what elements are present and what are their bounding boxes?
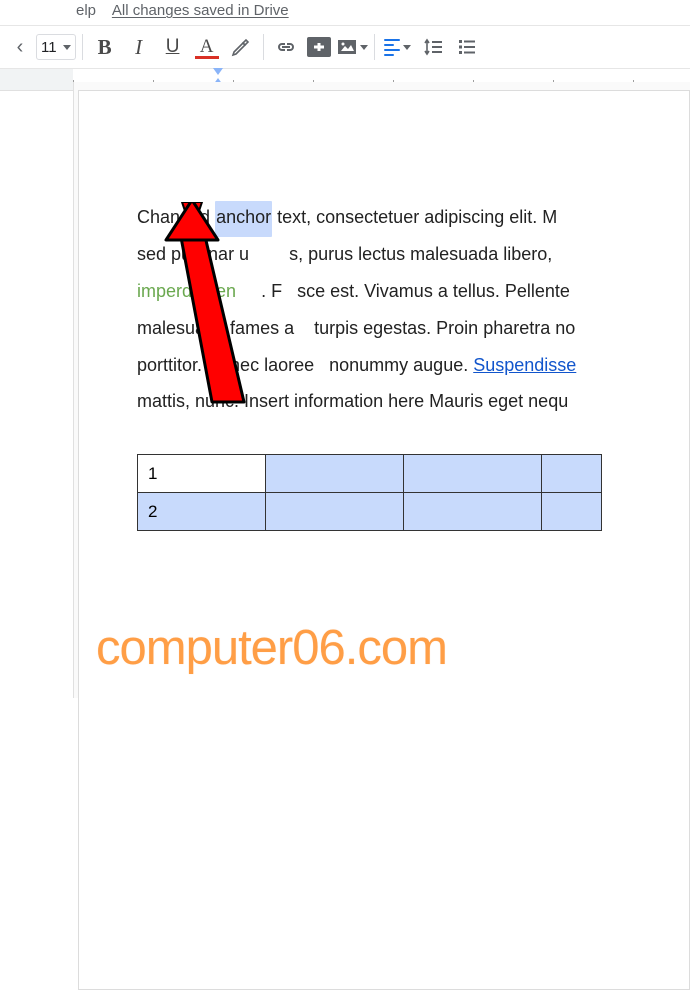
menu-help[interactable]: elp [76,2,96,19]
document-page[interactable]: Changed anchor text, consectetuer adipis… [78,90,690,990]
text[interactable]: malesuada fames a [137,318,294,338]
table-cell[interactable] [266,455,404,493]
table-row[interactable]: 1 [138,455,602,493]
font-size-select[interactable]: 11 [36,34,76,60]
checklist-button[interactable] [451,32,483,62]
underline-button[interactable]: U [157,32,189,62]
italic-button[interactable]: I [123,32,155,62]
align-left-icon [384,39,400,56]
text[interactable]: nonummy augue. [329,355,473,375]
table-cell[interactable] [404,493,542,531]
comment-plus-icon [312,41,326,53]
insert-image-button[interactable] [336,32,368,62]
table-row[interactable]: 2 [138,493,602,531]
link-icon [274,37,298,57]
text-selection[interactable]: anchor [215,201,272,237]
line-spacing-icon [422,37,444,57]
table-cell[interactable]: 2 [138,493,266,531]
hyperlink[interactable]: Suspendisse [473,355,576,375]
align-button[interactable] [381,39,415,56]
text[interactable]: turpis egestas. Proin pharetra no [314,318,575,338]
table-cell[interactable]: 1 [138,455,266,493]
document-body[interactable]: Changed anchor text, consectetuer adipis… [137,199,689,420]
table-cell[interactable] [404,455,542,493]
first-line-indent-icon [213,68,223,75]
save-status[interactable]: All changes saved in Drive [112,2,289,19]
ruler-margin-left [0,69,73,90]
text[interactable]: . F [261,281,282,301]
highlight-button[interactable] [225,32,257,62]
line-spacing-button[interactable] [417,32,449,62]
text[interactable]: porttitor. Donec laoree [137,355,314,375]
bullet-list-icon [456,37,478,57]
table[interactable]: 1 2 [137,454,602,531]
bold-button[interactable]: B [89,32,121,62]
text[interactable]: mattis, nunc. Insert information here Ma… [137,391,568,411]
table-cell[interactable] [542,493,602,531]
divider [263,34,264,60]
text[interactable]: text, consectetuer adipiscing elit. M [272,207,557,227]
editor-area: Changed anchor text, consectetuer adipis… [73,82,690,698]
insert-comment-button[interactable] [307,37,331,57]
insert-link-button[interactable] [270,32,302,62]
chevron-down-icon [403,45,411,50]
text[interactable]: Changed [137,207,215,227]
text[interactable]: sce est. Vivamus a tellus. Pellente [297,281,570,301]
caret-left-icon[interactable]: ‹ [6,32,34,62]
highlighter-icon [230,36,252,58]
table-cell[interactable] [266,493,404,531]
divider [374,34,375,60]
text-color-button[interactable]: A [191,32,223,62]
chevron-down-icon [63,45,71,50]
font-size-value: 11 [41,39,57,56]
table-cell[interactable] [542,455,602,493]
chevron-down-icon [360,45,368,50]
text[interactable]: sed pulvinar u [137,244,249,264]
image-icon [336,37,358,57]
text[interactable]: s, purus lectus malesuada libero, [289,244,557,264]
divider [82,34,83,60]
text[interactable]: imperdiet en [137,281,236,301]
toolbar: ‹ 11 B I U A [0,25,690,69]
